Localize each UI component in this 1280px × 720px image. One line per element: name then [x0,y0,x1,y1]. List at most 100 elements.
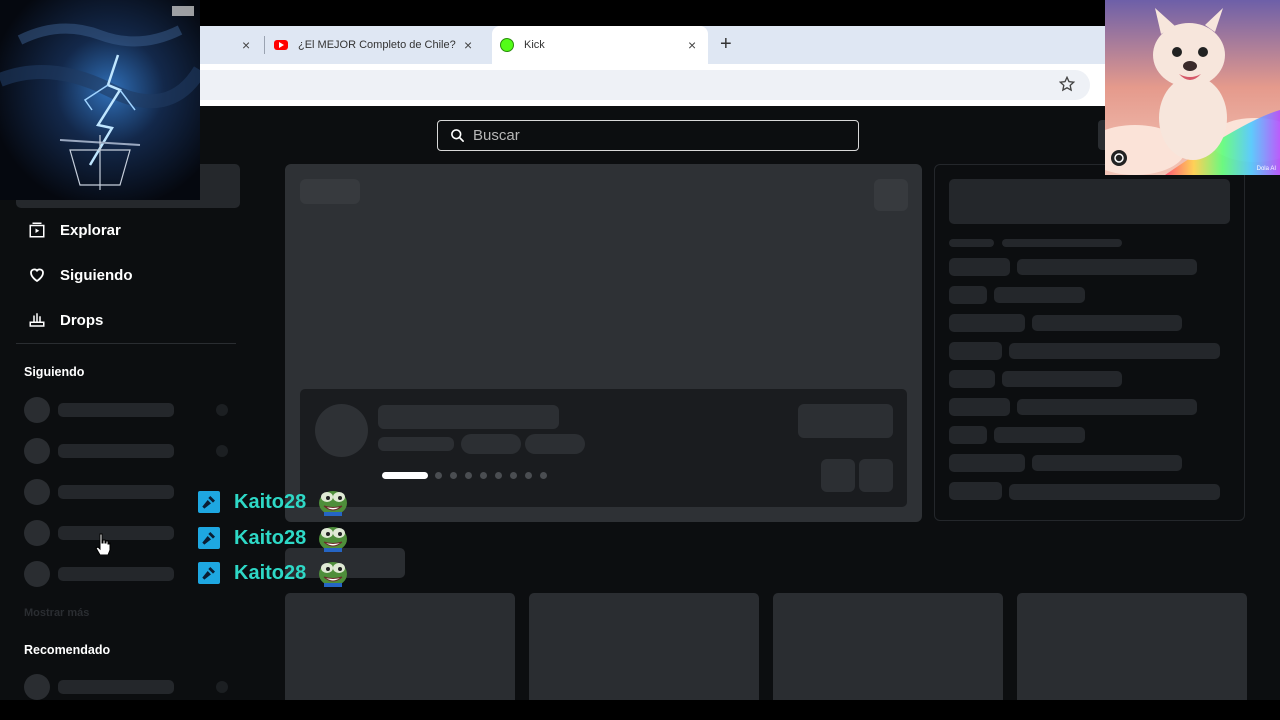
channel-avatar-skeleton[interactable] [24,438,50,464]
category-name-skeleton [1002,371,1122,387]
channel-name-skeleton [58,567,174,581]
search-input[interactable]: Buscar [437,120,859,151]
tab-kick[interactable]: Kick × [492,26,708,64]
nav-explorar[interactable]: Explorar [28,221,121,239]
featured-follow-skeleton[interactable] [798,404,893,438]
bottom-bar [0,700,1280,720]
category-name-skeleton [1017,259,1197,275]
carousel-dot[interactable] [510,472,517,479]
featured-title-skeleton [378,405,559,429]
category-icon-skeleton [949,370,995,388]
category-name-skeleton [1002,239,1122,247]
channel-avatar-skeleton[interactable] [24,561,50,587]
category-icon-skeleton [949,454,1025,472]
categories-header-skeleton [949,179,1230,224]
featured-subtitle-skeleton [378,437,454,451]
close-tab-icon[interactable]: × [242,37,250,53]
channel-avatar-skeleton[interactable] [24,397,50,423]
moderator-hammer-icon [198,562,220,584]
carousel-prev-skeleton[interactable] [821,459,855,492]
stream-card-skeleton[interactable] [529,593,759,700]
nav-explorar-label: Explorar [60,221,121,239]
following-section-title: Siguiendo [24,365,85,379]
sidebar-divider [16,343,236,344]
nav-siguiendo[interactable]: Siguiendo [28,266,133,284]
featured-tag-skeleton [525,434,585,454]
carousel-dot[interactable] [435,472,442,479]
stream-card-skeleton[interactable] [285,593,515,700]
header-button-partial[interactable] [1098,120,1105,150]
category-name-skeleton [1009,484,1220,500]
close-tab-icon[interactable]: × [464,37,472,53]
channel-avatar-skeleton[interactable] [24,674,50,700]
category-name-skeleton [994,427,1085,443]
pepe-emote [319,562,348,587]
category-name-skeleton [1017,399,1197,415]
tab-divider [264,36,265,54]
show-more-link[interactable]: Mostrar más [24,607,89,619]
close-tab-icon[interactable]: × [688,37,696,53]
dog-cam-caption: Dola AI [1256,166,1276,172]
youtube-icon [274,40,288,50]
chat-message: Kaito28 [198,559,348,587]
tab-kick-label: Kick [524,39,545,51]
carousel-dot[interactable] [495,472,502,479]
stream-card-skeleton[interactable] [773,593,1003,700]
carousel-dot[interactable] [465,472,472,479]
category-icon-skeleton [949,314,1025,332]
featured-tag-skeleton [300,179,360,204]
pepe-emote [319,527,348,552]
chat-username: Kaito28 [234,561,307,584]
explore-icon [29,222,45,238]
album-art-overlay [0,0,200,200]
featured-action-skeleton[interactable] [874,179,908,211]
dog-cam-overlay: Dola AI [1105,0,1280,175]
channel-name-skeleton [58,444,174,458]
carousel-dot[interactable] [480,472,487,479]
carousel-next-skeleton[interactable] [859,459,893,492]
browser-address-bar [200,64,1106,106]
live-dot-skeleton [216,445,228,457]
carousel-dot[interactable] [525,472,532,479]
browser-tab-bar: × ¿El MEJOR Completo de Chile? × Kick × … [200,26,1106,64]
category-name-skeleton [1009,343,1220,359]
nav-drops-label: Drops [60,311,104,329]
url-field[interactable] [200,70,1090,100]
featured-avatar-skeleton [315,404,368,457]
nav-drops[interactable]: Drops [28,311,103,329]
channel-name-skeleton [58,526,174,540]
channel-name-skeleton [58,403,174,417]
channel-avatar-skeleton[interactable] [24,520,50,546]
channel-name-skeleton [58,680,174,694]
category-icon-skeleton [949,342,1002,360]
hand-cursor-icon [95,533,111,555]
carousel-dot-active[interactable] [382,472,428,479]
tab-partial[interactable]: × [200,26,264,64]
moderator-hammer-icon [198,491,220,513]
category-icon-skeleton [949,426,987,444]
category-icon-skeleton [949,482,1002,500]
category-icon-skeleton [949,398,1010,416]
category-name-skeleton [1032,315,1182,331]
category-icon-skeleton [949,258,1010,276]
channel-name-skeleton [58,485,174,499]
carousel-dot[interactable] [450,472,457,479]
chat-username: Kaito28 [234,490,307,513]
channel-avatar-skeleton[interactable] [24,479,50,505]
search-icon [451,129,464,142]
bookmark-star-icon[interactable] [1059,76,1075,92]
cartoon-dog-image [1105,0,1280,175]
recommended-section-title: Recomendado [24,643,111,657]
category-name-skeleton [994,287,1085,303]
carousel-dot[interactable] [540,472,547,479]
search-placeholder: Buscar [473,127,520,144]
chat-username: Kaito28 [234,526,307,549]
stream-card-skeleton[interactable] [1017,593,1247,700]
category-name-skeleton [1032,455,1182,471]
chat-message: Kaito28 [198,524,348,552]
new-tab-button[interactable]: + [720,33,732,56]
tab-youtube[interactable]: ¿El MEJOR Completo de Chile? × [274,26,484,64]
nav-siguiendo-label: Siguiendo [60,266,133,284]
drops-icon [29,313,45,327]
tab-youtube-label: ¿El MEJOR Completo de Chile? [298,39,456,51]
